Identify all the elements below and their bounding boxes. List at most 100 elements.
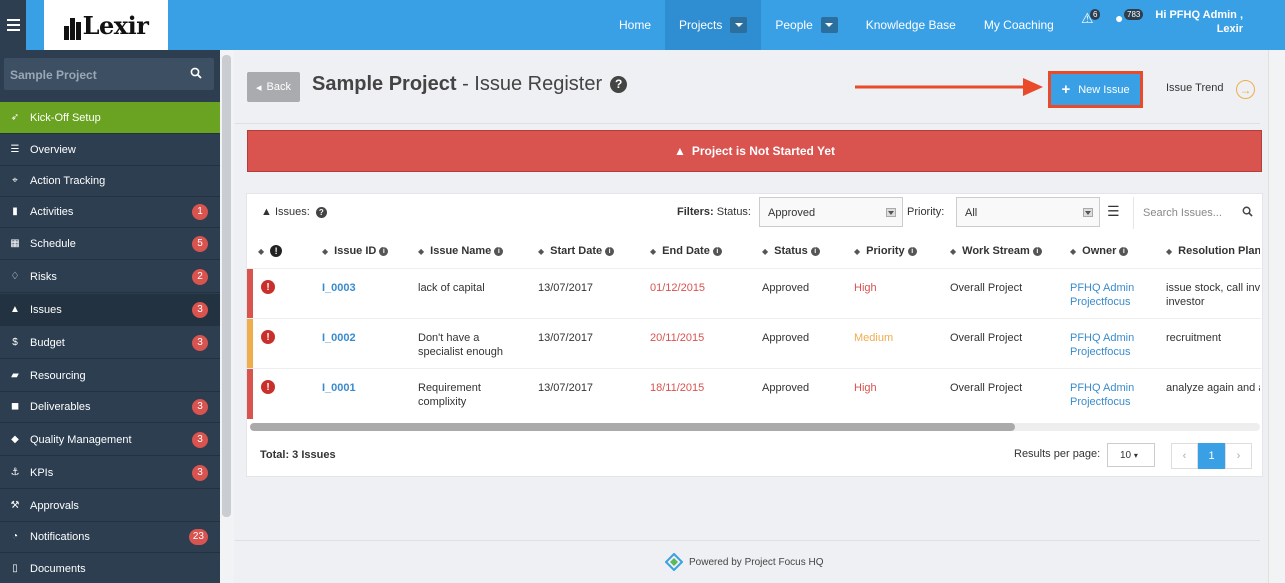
- sidebar-scrollbar[interactable]: [222, 55, 231, 517]
- sidebar-item-label: Activities: [30, 205, 74, 218]
- resolution-plan: analyze again and a: [1166, 382, 1260, 394]
- people-dropdown-icon[interactable]: [820, 17, 838, 33]
- per-page-value: 10: [1120, 450, 1132, 461]
- columns-menu-icon[interactable]: ☰: [1107, 203, 1120, 220]
- priority-filter-value: All: [965, 207, 978, 219]
- end-date: 18/11/2015: [650, 382, 705, 394]
- sidebar-item-risks[interactable]: ♢ Risks 2: [0, 261, 220, 293]
- issue-id-link[interactable]: I_0003: [322, 281, 356, 295]
- calendar-icon: ▦: [10, 238, 20, 249]
- status-filter-select[interactable]: Approved: [759, 197, 903, 227]
- work-stream: Overall Project: [950, 282, 1023, 294]
- col-issue-id[interactable]: ◆ Issue ID i: [322, 245, 389, 257]
- col-work-stream[interactable]: ◆ Work Stream i: [950, 245, 1042, 257]
- priority-filter-select[interactable]: All: [956, 197, 1100, 227]
- page-title: Sample Project - Issue Register?: [312, 73, 628, 96]
- sidebar-item-documents[interactable]: ▯ Documents: [0, 553, 220, 583]
- results-per-page-select[interactable]: 10 ▾: [1107, 443, 1155, 467]
- project-name: Sample Project: [312, 73, 457, 95]
- sidebar-item-issues[interactable]: ▲ Issues 3: [0, 294, 220, 326]
- select-caret-icon: [1083, 208, 1093, 217]
- issue-id-link[interactable]: I_0002: [322, 331, 356, 345]
- filters-label-text: Filters:: [677, 206, 714, 218]
- search-icon[interactable]: [1242, 206, 1253, 220]
- sidebar-item-overview[interactable]: ☰ Overview: [0, 134, 220, 166]
- total-issues: Total: 3 Issues: [260, 449, 336, 461]
- sidebar-item-notifications[interactable]: ◔ Notifications 23: [0, 521, 220, 553]
- info-icon: i: [1032, 247, 1042, 256]
- caret-down-icon: ▾: [1133, 451, 1138, 460]
- prev-page-button[interactable]: ‹: [1171, 443, 1198, 469]
- help-icon[interactable]: ?: [315, 207, 327, 218]
- table-row[interactable]: ! I_0003 lack of capital 13/07/2017 01/1…: [247, 268, 1261, 319]
- sidebar-item-schedule[interactable]: ▦ Schedule 5: [0, 228, 220, 260]
- sidebar-item-activities[interactable]: ▮ Activities 1: [0, 196, 220, 228]
- sidebar-item-label: Notifications: [30, 530, 90, 543]
- table-horizontal-scrollbar[interactable]: [250, 423, 1260, 431]
- projects-dropdown-icon[interactable]: [730, 17, 748, 33]
- nav-home[interactable]: Home: [605, 0, 665, 50]
- owner-link[interactable]: PFHQ Admin Projectfocus: [1070, 381, 1134, 409]
- sort-icon: ◆: [854, 247, 861, 256]
- search-issues-placeholder: Search Issues...: [1143, 207, 1222, 219]
- sidebar-item-quality-management[interactable]: ◆ Quality Management 3: [0, 424, 220, 456]
- sidebar-item-budget[interactable]: $ Budget 3: [0, 327, 220, 359]
- col-label: Resolution Plans: [1178, 245, 1260, 257]
- messages-icon[interactable]: ● 783: [1115, 9, 1144, 26]
- issue-id-link[interactable]: I_0001: [322, 381, 356, 395]
- col-resolution-plans[interactable]: ◆ Resolution Plans: [1166, 245, 1260, 257]
- sidebar-item-resourcing[interactable]: ▰ Resourcing: [0, 360, 220, 392]
- issue-trend-link[interactable]: Issue Trend: [1166, 82, 1223, 94]
- notifications-badge: 23: [188, 528, 208, 545]
- nav-my-coaching[interactable]: My Coaching: [970, 0, 1068, 50]
- pagination: ‹ 1 ›: [1171, 443, 1252, 469]
- page-scrollbar[interactable]: [1268, 50, 1285, 583]
- status: Approved: [762, 282, 810, 294]
- menu-toggle-icon[interactable]: [0, 0, 26, 50]
- search-icon[interactable]: [190, 67, 202, 82]
- filters-label: Filters: Status:: [677, 206, 751, 218]
- back-button[interactable]: ◂ Back: [247, 72, 300, 102]
- sidebar-item-kickoff[interactable]: ➶ Kick-Off Setup: [0, 102, 220, 134]
- arrow-circle-right-icon[interactable]: →: [1236, 80, 1255, 99]
- owner-link[interactable]: PFHQ Admin Projectfocus: [1070, 331, 1134, 359]
- schedule-badge: 5: [192, 235, 208, 252]
- user-menu[interactable]: Hi PFHQ Admin , Lexir: [1155, 8, 1243, 36]
- exclamation-icon: !: [261, 280, 275, 294]
- page-button[interactable]: 1: [1198, 443, 1225, 469]
- title-separator: -: [456, 73, 475, 95]
- nav-projects[interactable]: Projects: [665, 0, 762, 50]
- col-priority[interactable]: ◆ Priority i: [854, 245, 917, 257]
- nav-knowledge-base[interactable]: Knowledge Base: [852, 0, 970, 50]
- next-page-button[interactable]: ›: [1225, 443, 1252, 469]
- owner-link[interactable]: PFHQ Admin Projectfocus: [1070, 281, 1134, 309]
- search-issues-input[interactable]: Search Issues...: [1133, 197, 1262, 229]
- sidebar-item-action-tracking[interactable]: ⌖ Action Tracking: [0, 165, 220, 197]
- col-owner[interactable]: ◆ Owner i: [1070, 245, 1129, 257]
- col-end-date[interactable]: ◆ End Date i: [650, 245, 722, 257]
- col-priority-flag[interactable]: ◆!: [258, 245, 283, 257]
- sidebar-item-label: Deliverables: [30, 400, 91, 413]
- table-row[interactable]: ! I_0002 Don't have a specialist enough 1…: [247, 318, 1261, 369]
- sidebar-item-approvals[interactable]: ⚒ Approvals: [0, 490, 220, 522]
- info-icon: i: [907, 247, 917, 256]
- col-status[interactable]: ◆ Status i: [762, 245, 820, 257]
- rocket-icon: ➶: [10, 112, 20, 123]
- document-icon: ▯: [12, 563, 18, 574]
- table-row[interactable]: ! I_0001 Requirement complixity 13/07/201…: [247, 368, 1261, 419]
- sidebar-item-label: Risks: [30, 270, 57, 283]
- sidebar-item-deliverables[interactable]: ◼ Deliverables 3: [0, 391, 220, 423]
- help-icon[interactable]: ?: [610, 75, 628, 93]
- new-issue-button[interactable]: + New Issue: [1048, 71, 1143, 108]
- alerts-icon[interactable]: ⚠ 6: [1081, 9, 1101, 27]
- project-search-input[interactable]: Sample Project: [4, 58, 214, 90]
- sidebar-item-kpis[interactable]: ⚓ KPIs 3: [0, 457, 220, 489]
- logo[interactable]: Lexir: [44, 0, 168, 50]
- nav-people[interactable]: People: [761, 0, 851, 50]
- status-filter-value: Approved: [768, 207, 816, 219]
- exclamation-icon: !: [261, 380, 275, 394]
- col-start-date[interactable]: ◆ Start Date i: [538, 245, 615, 257]
- kpis-badge: 3: [192, 464, 208, 481]
- alert-text: Project is Not Started Yet: [691, 144, 836, 158]
- col-issue-name[interactable]: ◆ Issue Name i: [418, 245, 504, 257]
